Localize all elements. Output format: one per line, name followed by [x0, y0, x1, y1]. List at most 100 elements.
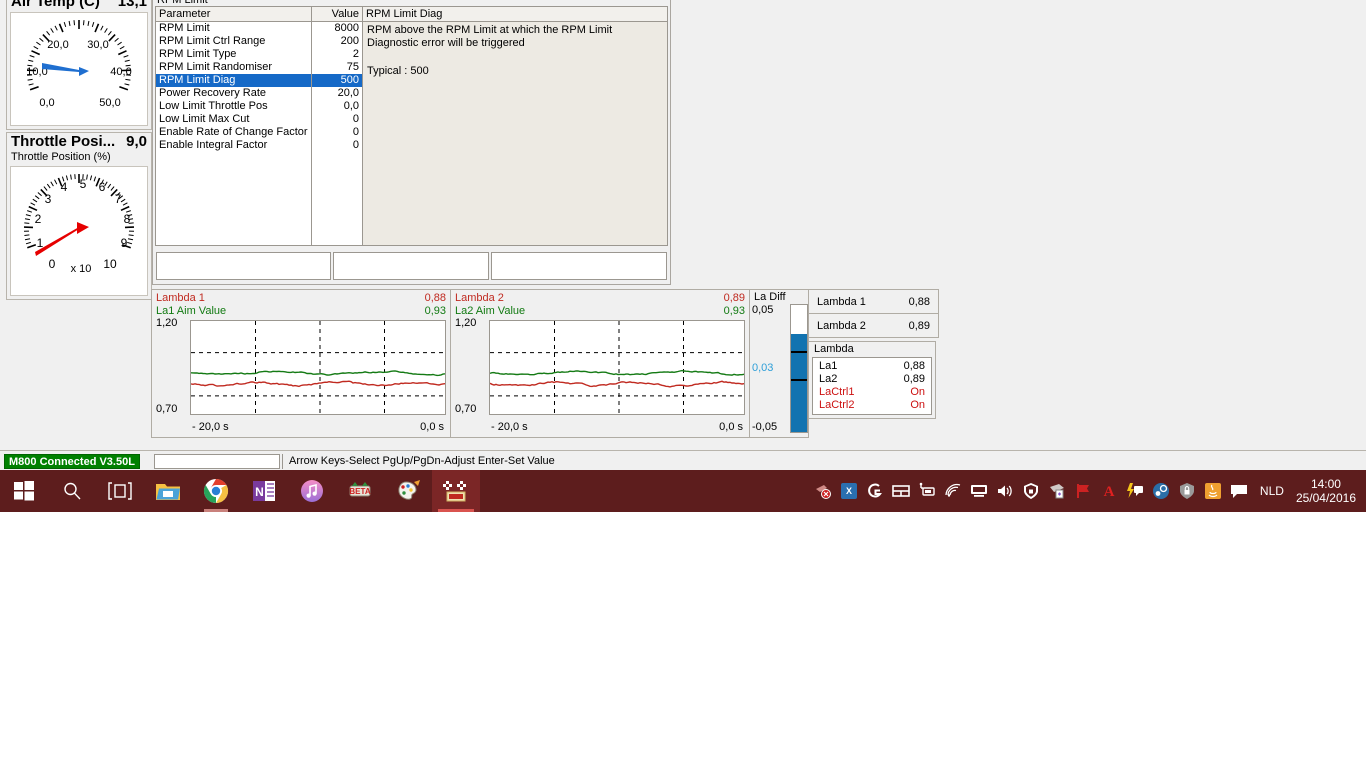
- throttle-header: Throttle Posi... 9,0: [7, 133, 151, 150]
- la-diff-panel: La Diff 0,05 0,03 -0,05: [749, 289, 809, 438]
- task-view-button[interactable]: [96, 470, 144, 512]
- touchpad-icon: [892, 485, 910, 497]
- taskbar-item-beta-app[interactable]: BETA: [336, 470, 384, 512]
- start-button[interactable]: [0, 470, 48, 512]
- svg-text:10: 10: [103, 257, 117, 271]
- itunes-icon: [301, 480, 323, 502]
- sync-icon: [1049, 484, 1064, 499]
- list-item: LaCtrl2 On: [813, 399, 931, 412]
- table-row[interactable]: Enable Integral Factor: [156, 139, 311, 152]
- xbox-tray-button[interactable]: X: [836, 470, 862, 512]
- lactrl2-label: LaCtrl2: [819, 399, 855, 411]
- readout-lambda1-label: Lambda 1: [817, 295, 866, 308]
- table-cell-value[interactable]: 0: [312, 113, 362, 126]
- svg-text:7: 7: [115, 192, 122, 206]
- table-row[interactable]: Power Recovery Rate: [156, 87, 311, 100]
- show-hidden-icons-button[interactable]: [810, 470, 836, 512]
- air-temp-dial: 0,0 10,0 20,0 30,0 40,0 50,0: [10, 12, 148, 126]
- table-cell-value[interactable]: 200: [312, 35, 362, 48]
- la-diff-current: 0,03: [752, 362, 774, 374]
- readout-lambda2-label: Lambda 2: [817, 319, 866, 332]
- table-row[interactable]: RPM Limit: [156, 22, 311, 35]
- lambda1-series-label: Lambda 1: [156, 292, 205, 304]
- table-cell-value[interactable]: 8000: [312, 22, 362, 35]
- table-cell-value[interactable]: 2: [312, 48, 362, 61]
- show-hidden-icons-icon: [815, 485, 831, 499]
- taskbar-item-m800-tuning-app[interactable]: [432, 470, 480, 512]
- table-row[interactable]: RPM Limit Type: [156, 48, 311, 61]
- lambda2-series-label: Lambda 2: [455, 292, 504, 304]
- table-cell-value[interactable]: 0,0: [312, 100, 362, 113]
- action-center-button[interactable]: [1226, 470, 1252, 512]
- task-view-icon: [108, 482, 132, 500]
- telemetry-strip: Lambda 1 0,88 La1 Aim Value 0,93 1,20 0,…: [151, 289, 943, 438]
- svg-text:N: N: [255, 485, 264, 499]
- la-diff-min: -0,05: [752, 421, 778, 433]
- la-diff-title: La Diff: [754, 291, 786, 303]
- system-tray: X A NLD 14:00 25/04/2016: [810, 470, 1366, 512]
- bottom-field-1[interactable]: [156, 252, 331, 280]
- table-cell-value[interactable]: 75: [312, 61, 362, 74]
- table-cell-value[interactable]: 20,0: [312, 87, 362, 100]
- svg-text:20,0: 20,0: [47, 39, 68, 51]
- svg-text:5: 5: [80, 177, 87, 191]
- table-row[interactable]: RPM Limit Randomiser: [156, 61, 311, 74]
- taskbar-item-file-explorer[interactable]: [144, 470, 192, 512]
- wifi-icon: [945, 483, 961, 497]
- sync-tray-button[interactable]: [1044, 470, 1070, 512]
- description-body: RPM above the RPM Limit at which the RPM…: [367, 24, 613, 49]
- description-typical: Typical : 500: [367, 65, 429, 77]
- lambda1-y-min: 0,70: [156, 403, 178, 415]
- lambda-group-list: La1 0,88 La2 0,89 LaCtrl1 On LaCtrl2 On: [812, 357, 932, 415]
- notification-tray-button[interactable]: [1122, 470, 1148, 512]
- taskbar-item-itunes[interactable]: [288, 470, 336, 512]
- table-cell-value-selected[interactable]: 500: [312, 74, 362, 87]
- parameter-column-header: Parameter: [156, 7, 311, 22]
- display-tray-button[interactable]: [966, 470, 992, 512]
- power-icon: [919, 482, 935, 496]
- touchpad-tray-button[interactable]: [888, 470, 914, 512]
- onenote-icon: N: [253, 481, 275, 501]
- volume-tray-button[interactable]: [992, 470, 1018, 512]
- svg-text:2: 2: [35, 212, 42, 226]
- power-tray-button[interactable]: [914, 470, 940, 512]
- table-row[interactable]: Low Limit Throttle Pos: [156, 100, 311, 113]
- table-cell-value[interactable]: 0: [312, 139, 362, 152]
- taskbar-clock[interactable]: 14:00 25/04/2016: [1292, 477, 1366, 505]
- lactrl1-label: LaCtrl1: [819, 386, 855, 398]
- throttle-label: Throttle Posi...: [11, 133, 116, 150]
- paint-palette-icon: [398, 480, 420, 500]
- search-icon: [64, 482, 81, 500]
- table-row[interactable]: Low Limit Max Cut: [156, 113, 311, 126]
- table-cell-value[interactable]: 0: [312, 126, 362, 139]
- adobe-reader-tray-button[interactable]: A: [1096, 470, 1122, 512]
- lambda2-x-right: 0,0 s: [719, 421, 743, 433]
- taskbar-item-paint[interactable]: [384, 470, 432, 512]
- lambda1-chart-panel: Lambda 1 0,88 La1 Aim Value 0,93 1,20 0,…: [151, 289, 451, 438]
- table-row[interactable]: RPM Limit Ctrl Range: [156, 35, 311, 48]
- safety-tray-button[interactable]: [1174, 470, 1200, 512]
- security-tray-button[interactable]: [1018, 470, 1044, 512]
- search-button[interactable]: [48, 470, 96, 512]
- tuning-application-window: Air Temp (C) 13,1 0,0 10,0 20,0 30,0 40,…: [0, 0, 1366, 450]
- volume-icon: [997, 485, 1012, 497]
- bottom-field-3[interactable]: [491, 252, 667, 280]
- bottom-field-2[interactable]: [333, 252, 489, 280]
- svg-text:x 10: x 10: [71, 263, 92, 275]
- adobe-reader-icon: A: [1104, 484, 1115, 500]
- google-chrome-icon: [203, 479, 229, 503]
- table-row-selected[interactable]: RPM Limit Diag: [156, 74, 311, 87]
- wifi-tray-button[interactable]: [940, 470, 966, 512]
- svg-text:0: 0: [49, 257, 56, 271]
- taskbar-item-onenote[interactable]: N: [240, 470, 288, 512]
- table-row[interactable]: Enable Rate of Change Factor: [156, 126, 311, 139]
- java-tray-button[interactable]: [1200, 470, 1226, 512]
- taskbar-item-google-chrome[interactable]: [192, 470, 240, 512]
- air-temp-value: 13,1: [117, 0, 147, 10]
- flag-tray-button[interactable]: [1070, 470, 1096, 512]
- logitech-tray-button[interactable]: [862, 470, 888, 512]
- lambda1-series-value: 0,88: [424, 292, 446, 304]
- throttle-position-gauge-group: Throttle Posi... 9,0 Throttle Position (…: [6, 132, 152, 300]
- language-indicator[interactable]: NLD: [1252, 484, 1292, 498]
- steam-tray-button[interactable]: [1148, 470, 1174, 512]
